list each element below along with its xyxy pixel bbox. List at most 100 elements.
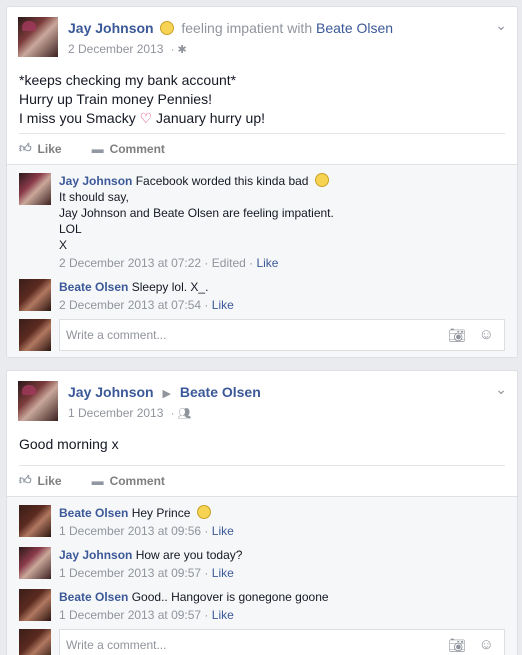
like-button[interactable]: 👍︎ Like bbox=[19, 141, 62, 156]
post-line: January hurry up! bbox=[156, 110, 265, 126]
comment-author[interactable]: Jay Johnson bbox=[59, 174, 132, 188]
comment-like-link[interactable]: Like bbox=[212, 566, 234, 580]
comment-button[interactable]: ▬ Comment bbox=[92, 142, 165, 156]
author-name[interactable]: Jay Johnson bbox=[68, 384, 154, 400]
comment-like-link[interactable]: Like bbox=[212, 608, 234, 622]
avatar[interactable] bbox=[19, 547, 51, 579]
comment-author[interactable]: Beate Olsen bbox=[59, 506, 128, 520]
like-label: Like bbox=[37, 473, 62, 488]
comment-text: Beate Olsen Good.. Hangover is gonegone … bbox=[59, 589, 505, 623]
comment: Jay Johnson How are you today? 1 Decembe… bbox=[19, 547, 505, 581]
comment-body: Good.. Hangover is gonegone goone bbox=[131, 590, 329, 604]
comment-placeholder: Write a comment... bbox=[66, 638, 167, 652]
camera-icon[interactable]: 📷︎ bbox=[448, 327, 466, 344]
comments-section: Beate Olsen Hey Prince 1 December 2013 a… bbox=[7, 496, 517, 655]
comment-icon: ▬ bbox=[91, 141, 104, 156]
comment: Beate Olsen Good.. Hangover is gonegone … bbox=[19, 589, 505, 623]
comment-text: Jay Johnson Facebook worded this kinda b… bbox=[59, 173, 505, 271]
comment-meta: 2 December 2013 at 07:54 · Like bbox=[59, 297, 505, 313]
comment-like-link[interactable]: Like bbox=[212, 298, 234, 312]
comment-placeholder: Write a comment... bbox=[66, 328, 167, 342]
author-avatar[interactable] bbox=[18, 381, 58, 421]
post-date-line: 2 December 2013 · ✱ bbox=[68, 42, 187, 56]
comment-meta: 1 December 2013 at 09:56 · Like bbox=[59, 523, 505, 539]
post-header: Jay Johnson ▶ Beate Olsen 1 December 201… bbox=[7, 371, 517, 423]
post-date[interactable]: 1 December 2013 bbox=[68, 406, 163, 420]
impatient-emoji-icon bbox=[160, 21, 175, 35]
camera-icon[interactable]: 📷︎ bbox=[448, 637, 466, 654]
post-body: *keeps checking my bank account* Hurry u… bbox=[7, 59, 517, 128]
comment-body: Facebook worded this kinda bad bbox=[135, 174, 309, 188]
post-body: Good morning x bbox=[7, 423, 517, 454]
author-name[interactable]: Jay Johnson bbox=[68, 20, 154, 36]
author-line: Jay Johnson ▶ Beate Olsen bbox=[68, 384, 261, 400]
comment-text: Beate Olsen Sleepy lol. X_. 2 December 2… bbox=[59, 279, 505, 313]
comment-author[interactable]: Beate Olsen bbox=[59, 280, 128, 294]
thumbs-up-icon: 👍︎ bbox=[19, 473, 32, 487]
write-comment-row: Write a comment... 📷︎ ☺ bbox=[19, 319, 505, 351]
post-2: Jay Johnson ▶ Beate Olsen 1 December 201… bbox=[6, 370, 518, 655]
avatar bbox=[19, 319, 51, 351]
comments-section: Jay Johnson Facebook worded this kinda b… bbox=[7, 164, 517, 357]
write-comment-row: Write a comment... 📷︎ ☺ bbox=[19, 629, 505, 655]
chevron-down-icon[interactable]: ⌄ bbox=[495, 17, 507, 34]
comment-like-link[interactable]: Like bbox=[212, 524, 234, 538]
recipient-name[interactable]: Beate Olsen bbox=[180, 384, 261, 400]
comment-body: How are you today? bbox=[135, 548, 243, 562]
comment-input[interactable]: Write a comment... 📷︎ ☺ bbox=[59, 319, 505, 351]
post-header: Jay Johnson feeling impatient with Beate… bbox=[7, 7, 517, 59]
comment-meta: 1 December 2013 at 09:57 · Like bbox=[59, 565, 505, 581]
comment: Beate Olsen Sleepy lol. X_. 2 December 2… bbox=[19, 279, 505, 313]
comment-timestamp[interactable]: 1 December 2013 at 09:57 · bbox=[59, 608, 212, 622]
gear-icon[interactable]: · ✱ bbox=[171, 44, 187, 56]
friends-icon[interactable]: · 👥︎ bbox=[171, 408, 192, 420]
post-line: Hurry up Train money Pennies! bbox=[19, 91, 212, 107]
tagged-user[interactable]: Beate Olsen bbox=[316, 20, 393, 36]
comment-button[interactable]: ▬ Comment bbox=[92, 474, 165, 488]
post-date[interactable]: 2 December 2013 bbox=[68, 42, 163, 56]
post-actions: 👍︎ Like ▬ Comment bbox=[19, 465, 505, 495]
post-line: I miss you Smacky bbox=[19, 110, 136, 126]
like-button[interactable]: 👍︎ Like bbox=[19, 473, 62, 488]
comment-body-lines: It should say, Jay Johnson and Beate Ols… bbox=[59, 190, 334, 252]
avatar bbox=[19, 629, 51, 655]
smiley-icon[interactable]: ☺ bbox=[479, 326, 494, 343]
thumbs-up-icon: 👍︎ bbox=[19, 141, 32, 155]
comment-timestamp[interactable]: 1 December 2013 at 09:57 · bbox=[59, 566, 212, 580]
comment-timestamp[interactable]: 2 December 2013 at 07:22 · Edited · bbox=[59, 256, 256, 270]
comment-label: Comment bbox=[109, 473, 165, 488]
avatar[interactable] bbox=[19, 589, 51, 621]
avatar[interactable] bbox=[19, 505, 51, 537]
comment-timestamp[interactable]: 1 December 2013 at 09:56 · bbox=[59, 524, 212, 538]
comment-text: Jay Johnson How are you today? 1 Decembe… bbox=[59, 547, 505, 581]
comment-like-link[interactable]: Like bbox=[256, 256, 278, 270]
comment-author[interactable]: Jay Johnson bbox=[59, 548, 132, 562]
heart-icon: ♡ bbox=[139, 110, 153, 126]
post-1: Jay Johnson feeling impatient with Beate… bbox=[6, 6, 518, 358]
comment: Beate Olsen Hey Prince 1 December 2013 a… bbox=[19, 505, 505, 539]
author-avatar[interactable] bbox=[18, 17, 58, 57]
smiley-icon[interactable]: ☺ bbox=[479, 636, 494, 653]
comment-input[interactable]: Write a comment... 📷︎ ☺ bbox=[59, 629, 505, 655]
comment-text: Beate Olsen Hey Prince 1 December 2013 a… bbox=[59, 505, 505, 539]
post-line: Good morning x bbox=[19, 436, 119, 452]
comment-body: Hey Prince bbox=[131, 506, 191, 520]
comment-meta: 2 December 2013 at 07:22 · Edited · Like bbox=[59, 255, 505, 271]
post-line: *keeps checking my bank account* bbox=[19, 72, 237, 88]
arrow-right-icon: ▶ bbox=[162, 388, 171, 400]
comment-icon: ▬ bbox=[91, 473, 104, 488]
comment-timestamp[interactable]: 2 December 2013 at 07:54 · bbox=[59, 298, 212, 312]
post-actions: 👍︎ Like ▬ Comment bbox=[19, 133, 505, 163]
post-line-3: I miss you Smacky ♡ January hurry up! bbox=[19, 109, 505, 128]
avatar[interactable] bbox=[19, 173, 51, 205]
comment-meta: 1 December 2013 at 09:57 · Like bbox=[59, 607, 505, 623]
chevron-down-icon[interactable]: ⌄ bbox=[495, 381, 507, 398]
avatar[interactable] bbox=[19, 279, 51, 311]
comment: Jay Johnson Facebook worded this kinda b… bbox=[19, 173, 505, 273]
feeling-text: feeling impatient with bbox=[181, 20, 313, 36]
comment-label: Comment bbox=[109, 141, 165, 156]
author-line: Jay Johnson feeling impatient with Beate… bbox=[68, 20, 393, 36]
post-date-line: 1 December 2013 · 👥︎ bbox=[68, 406, 191, 420]
comment-author[interactable]: Beate Olsen bbox=[59, 590, 128, 604]
comment-body: Sleepy lol. X_. bbox=[131, 280, 209, 294]
